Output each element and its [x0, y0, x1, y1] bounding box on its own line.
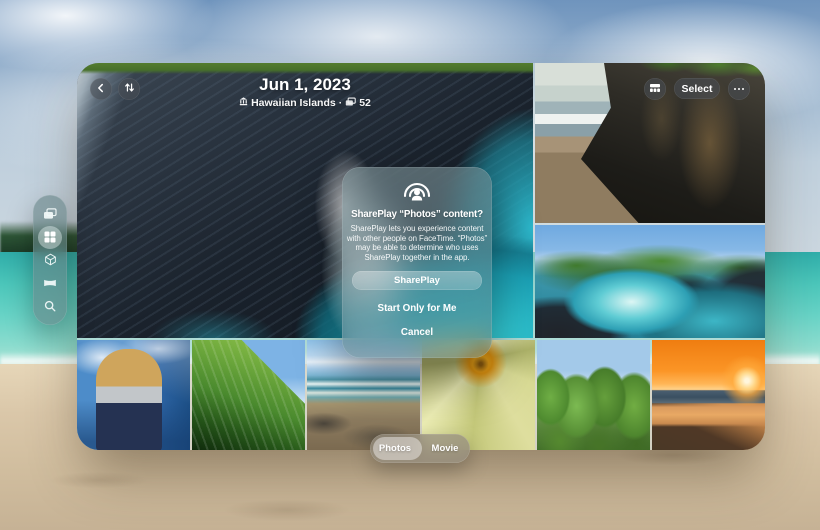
- photo-black-sand-cove[interactable]: [535, 225, 765, 338]
- select-button[interactable]: Select: [674, 78, 720, 99]
- tab-movie[interactable]: Movie: [420, 443, 470, 454]
- sort-arrows-icon: [124, 80, 135, 98]
- sidebar-item-search[interactable]: [38, 294, 62, 317]
- albums-grid-icon: [44, 231, 56, 243]
- dialog-body-line: with other people on FaceTime. “Photos”: [342, 234, 492, 244]
- shareplay-confirm-button[interactable]: SharePlay: [352, 271, 482, 290]
- chevron-left-icon: [96, 80, 106, 98]
- photos-stack-icon: [43, 208, 57, 220]
- select-button-label: Select: [682, 83, 713, 95]
- dialog-title: SharePlay “Photos” content?: [342, 209, 492, 220]
- photo-woman-overlook[interactable]: [77, 340, 190, 450]
- photo-ocean-sunset[interactable]: [652, 340, 765, 450]
- spatial-cube-icon: [44, 253, 57, 266]
- visionos-photos-screen: Jun 1, 2023 Hawaiian Islands · 52 Select: [0, 0, 820, 530]
- sidebar-item-albums[interactable]: [38, 226, 62, 249]
- panorama-icon: [43, 278, 57, 288]
- layout-grid-button[interactable]: [644, 78, 666, 100]
- ellipsis-icon: [734, 88, 745, 91]
- dialog-body: SharePlay lets you experience content wi…: [342, 224, 492, 262]
- cancel-button[interactable]: Cancel: [342, 327, 492, 338]
- sidebar-item-spatial[interactable]: [38, 249, 62, 272]
- back-button[interactable]: [90, 78, 112, 100]
- sidebar-item-panoramas[interactable]: [38, 271, 62, 294]
- dialog-body-line: may be able to determine who uses: [342, 243, 492, 253]
- tab-photos[interactable]: Photos: [370, 443, 420, 454]
- shareplay-confirm-label: SharePlay: [394, 275, 440, 286]
- dialog-body-line: SharePlay together in the app.: [342, 253, 492, 263]
- dialog-body-line: SharePlay lets you experience content: [342, 224, 492, 234]
- grid-view-icon: [649, 80, 661, 98]
- sidebar-item-photos[interactable]: [38, 203, 62, 226]
- shareplay-dialog: SharePlay “Photos” content? SharePlay le…: [342, 167, 492, 358]
- shareplay-icon: [342, 179, 492, 202]
- search-icon: [44, 300, 56, 312]
- photo-cactus[interactable]: [537, 340, 650, 450]
- sort-button[interactable]: [118, 78, 140, 100]
- photo-green-cliffs[interactable]: [192, 340, 305, 450]
- photos-sidebar: [33, 195, 67, 325]
- view-mode-segmented-control: Photos Movie: [370, 434, 470, 463]
- more-button[interactable]: [728, 78, 750, 100]
- start-only-for-me-button[interactable]: Start Only for Me: [342, 303, 492, 314]
